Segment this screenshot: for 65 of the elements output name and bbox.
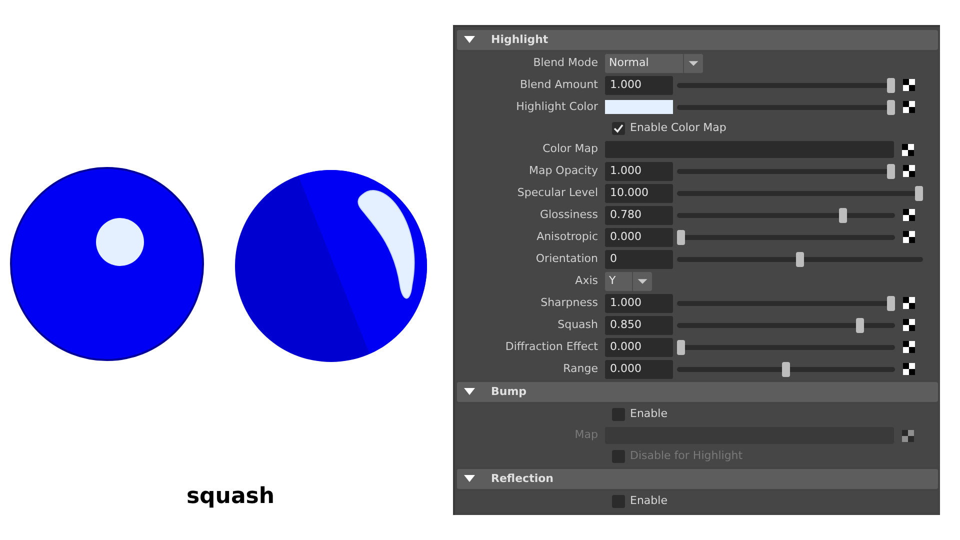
slider[interactable]	[677, 78, 895, 92]
slider[interactable]	[677, 252, 923, 266]
checker-map-icon[interactable]	[903, 165, 915, 177]
field-label: Glossiness	[538, 206, 599, 223]
caption: squash	[186, 483, 275, 511]
checker-map-icon[interactable]	[903, 209, 915, 221]
slider[interactable]	[677, 296, 895, 310]
value-field[interactable]: 1.000	[605, 294, 673, 312]
value-field[interactable]: 0.000	[605, 360, 673, 378]
field-label: Squash	[556, 316, 599, 333]
slider[interactable]	[677, 230, 895, 244]
field-label: Axis	[574, 272, 599, 289]
expand-arrow-icon	[464, 475, 475, 483]
field-label: Orientation	[534, 250, 599, 267]
map-field[interactable]	[605, 141, 894, 158]
slider[interactable]	[677, 362, 895, 376]
value-field[interactable]: 1.000	[605, 162, 673, 180]
checker-map-icon[interactable]	[902, 144, 914, 156]
checkbox[interactable]	[612, 408, 625, 421]
field-label: Map Opacity	[528, 162, 599, 179]
section-header[interactable]: Bump	[457, 382, 938, 402]
checkbox[interactable]	[612, 122, 625, 135]
checkbox-label: Enable	[630, 406, 668, 422]
checker-map-icon[interactable]	[903, 79, 915, 91]
section-header[interactable]: Reflection	[457, 469, 938, 489]
checker-map-icon[interactable]	[903, 319, 915, 331]
field-label: Diffraction Effect	[504, 338, 599, 355]
dropdown[interactable]: Normal	[605, 54, 703, 72]
value-field[interactable]: 0.780	[605, 206, 673, 224]
section-header[interactable]: Highlight	[457, 30, 938, 50]
slider[interactable]	[677, 186, 923, 200]
dropdown[interactable]: Y	[605, 272, 652, 290]
slider[interactable]	[677, 100, 895, 114]
checkbox-label: Enable Color Map	[630, 120, 726, 136]
checker-map-icon[interactable]	[903, 341, 915, 353]
field-label: Anisotropic	[536, 228, 599, 245]
field-label: Color Map	[542, 141, 599, 158]
value-field[interactable]: 0	[605, 250, 673, 268]
expand-arrow-icon	[464, 388, 475, 396]
value-field[interactable]: 0.000	[605, 338, 673, 356]
field-label: Blend Amount	[518, 76, 599, 93]
value-field[interactable]: 10.000	[605, 184, 673, 202]
checker-map-icon[interactable]	[903, 101, 915, 113]
slider[interactable]	[677, 340, 895, 354]
section-title: Reflection	[491, 470, 554, 487]
value-field[interactable]: 0.850	[605, 316, 673, 334]
expand-arrow-icon	[464, 36, 475, 44]
value-field[interactable]: 1.000	[605, 76, 673, 94]
checkbox[interactable]	[612, 495, 625, 508]
checker-map-icon[interactable]	[903, 363, 915, 375]
checker-map-icon[interactable]	[903, 297, 915, 309]
color-swatch[interactable]	[605, 100, 673, 114]
checkbox-label: Enable	[630, 493, 668, 510]
field-label: Specular Level	[516, 184, 599, 201]
section-title: Bump	[491, 384, 527, 400]
checker-map-icon[interactable]	[903, 231, 915, 243]
slider[interactable]	[677, 318, 895, 332]
field-label: Range	[562, 360, 599, 377]
section-title: Highlight	[491, 32, 548, 48]
slider[interactable]	[677, 164, 895, 178]
field-label: Blend Mode	[532, 54, 599, 71]
slider[interactable]	[677, 208, 895, 222]
field-label: Sharpness	[540, 294, 599, 311]
field-label: Highlight Color	[515, 98, 599, 115]
value-field[interactable]: 0.000	[605, 228, 673, 246]
